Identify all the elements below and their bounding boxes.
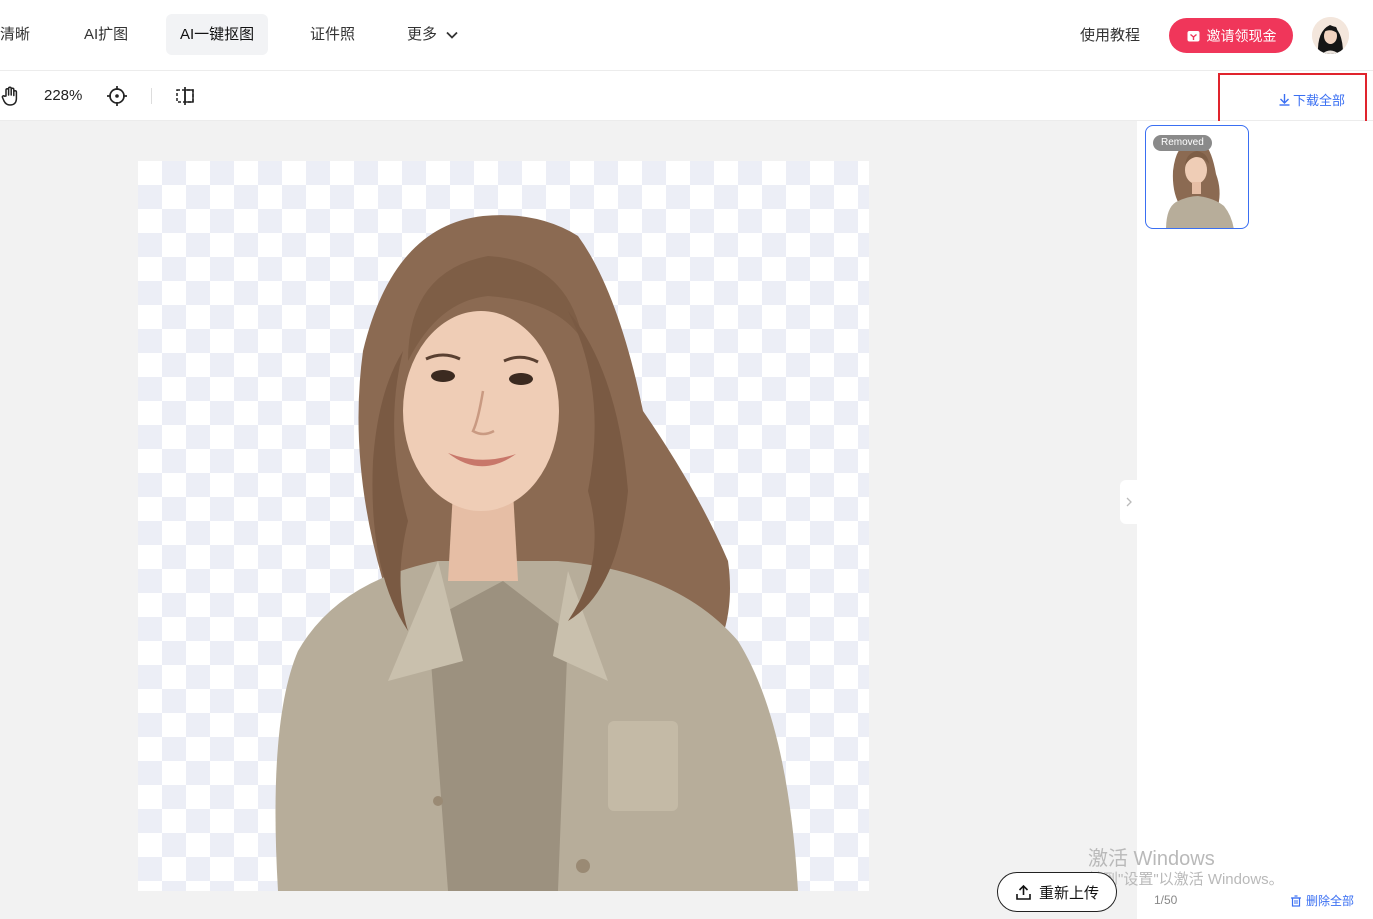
invite-cash-button[interactable]: 邀请领现金 — [1169, 18, 1293, 53]
crosshair-icon — [107, 86, 127, 106]
windows-watermark-title: 激活 Windows — [1088, 848, 1215, 870]
compare-icon — [176, 87, 194, 105]
removed-badge: Removed — [1153, 135, 1212, 151]
panel-collapse-handle[interactable] — [1120, 480, 1137, 524]
nav-item-clear[interactable]: 清晰 — [0, 14, 44, 55]
chevron-right-icon — [1126, 497, 1132, 507]
trash-icon — [1291, 894, 1301, 907]
nav-item-ai-cutout[interactable]: AI一键抠图 — [166, 14, 269, 55]
upload-icon — [1016, 884, 1031, 900]
cutout-image — [138, 161, 869, 891]
nav-item-label: 清晰 — [0, 26, 31, 43]
nav-item-label: AI一键抠图 — [180, 26, 255, 43]
invite-label: 邀请领现金 — [1206, 27, 1277, 44]
avatar[interactable] — [1312, 17, 1349, 54]
hand-tool[interactable] — [0, 85, 22, 112]
nav-item-label: 更多 — [407, 26, 438, 43]
person-cutout-image — [275, 215, 798, 891]
top-navigation: 清晰 AI扩图 AI一键抠图 证件照 更多 使用教程 邀请领现金 — [0, 0, 1373, 71]
zoom-level: 228% — [44, 87, 83, 104]
hand-icon — [1, 86, 18, 106]
nav-item-ai-expand[interactable]: AI扩图 — [70, 14, 142, 55]
recenter-button[interactable] — [106, 85, 128, 112]
nav-item-id-photo[interactable]: 证件照 — [296, 14, 369, 55]
delete-all-button[interactable]: 删除全部 — [1290, 892, 1354, 909]
nav-item-label: 证件照 — [310, 26, 356, 43]
reupload-label: 重新上传 — [1038, 884, 1099, 902]
toolbar-divider — [151, 88, 152, 104]
chevron-down-icon — [446, 31, 458, 39]
nav-item-more[interactable]: 更多 — [393, 14, 473, 55]
gift-icon — [1187, 31, 1199, 42]
image-counter: 1/50 — [1154, 893, 1178, 907]
tutorial-link[interactable]: 使用教程 — [1080, 24, 1140, 45]
windows-watermark-subtitle: 转到"设置"以激活 Windows。 — [1088, 871, 1284, 888]
image-thumbnail[interactable]: Removed — [1145, 125, 1249, 229]
reupload-button[interactable]: 重新上传 — [997, 872, 1117, 912]
delete-all-label: 删除全部 — [1306, 894, 1355, 908]
toolbar: 228% — [0, 71, 1373, 121]
right-panel — [1137, 121, 1373, 919]
compare-button[interactable] — [174, 85, 196, 112]
nav-item-label: AI扩图 — [84, 26, 129, 43]
